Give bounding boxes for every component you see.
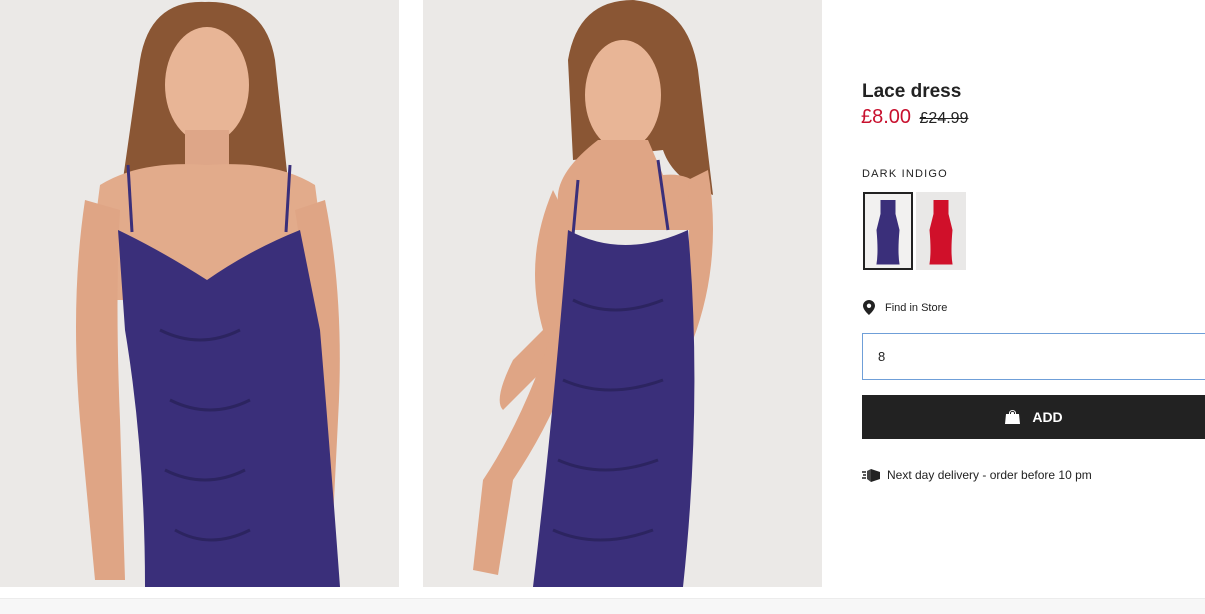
price-block: £8.00 £24.99 [861, 106, 968, 129]
original-price: £24.99 [919, 110, 969, 127]
product-image-side[interactable] [423, 0, 822, 587]
dress-thumbnail-red [916, 192, 966, 270]
delivery-truck-icon [862, 469, 880, 482]
add-to-bag-button[interactable]: ADD [862, 395, 1205, 439]
find-in-store-link[interactable]: Find in Store [863, 300, 947, 315]
model-side-illustration [423, 0, 822, 587]
sale-price: £8.00 [861, 106, 912, 128]
product-image-front[interactable] [0, 0, 399, 587]
delivery-text: Next day delivery - order before 10 pm [887, 468, 1092, 482]
delivery-info: Next day delivery - order before 10 pm [862, 468, 1092, 482]
add-button-label: ADD [1032, 409, 1063, 425]
product-title: Lace dress [862, 81, 962, 102]
footer-strip [0, 598, 1205, 614]
selected-color-label: DARK INDIGO [862, 168, 948, 180]
shopping-bag-icon [1005, 410, 1021, 424]
find-in-store-label: Find in Store [885, 301, 948, 314]
color-swatches [863, 192, 966, 270]
location-pin-icon [863, 300, 875, 315]
size-select-field[interactable] [862, 333, 1205, 380]
swatch-red[interactable] [916, 192, 966, 270]
product-details-panel: Lace dress £8.00 £24.99 DARK INDIGO Find… [861, 0, 1205, 614]
model-front-illustration [0, 0, 399, 587]
dress-thumbnail-indigo [863, 192, 913, 270]
swatch-dark-indigo[interactable] [863, 192, 913, 270]
